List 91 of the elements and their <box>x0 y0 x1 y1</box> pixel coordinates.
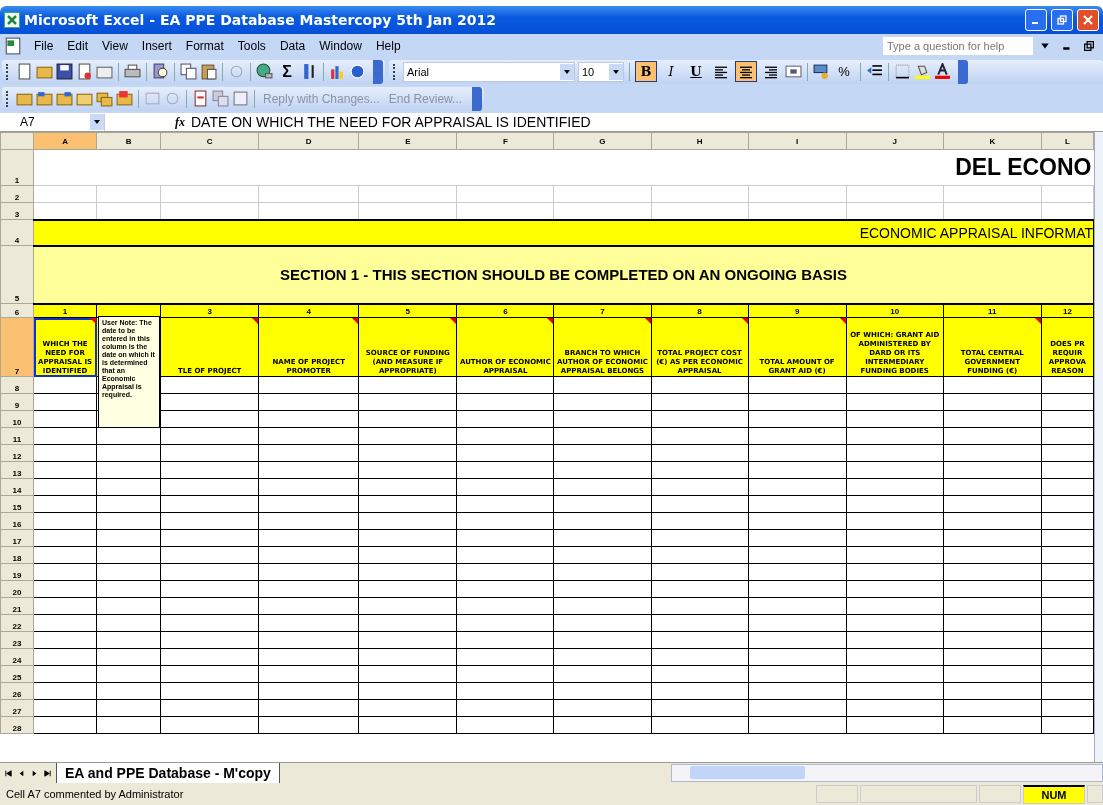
column-number: 12 <box>1061 305 1073 317</box>
column-header[interactable]: F <box>456 132 554 150</box>
column-number: 4 <box>305 305 312 317</box>
status-panel <box>979 785 1021 803</box>
name-box[interactable]: A7 <box>0 113 105 131</box>
next-sheet-icon[interactable] <box>30 768 39 778</box>
autosum-button[interactable]: Σ <box>276 61 298 82</box>
previous-sheet-icon[interactable] <box>17 768 26 778</box>
column-number: 7 <box>599 305 606 317</box>
menu-item[interactable]: File <box>28 37 60 55</box>
new-document-icon[interactable] <box>16 63 33 80</box>
horizontal-scrollbar[interactable] <box>671 764 1103 782</box>
print-icon[interactable] <box>124 63 141 80</box>
font-color-icon[interactable] <box>934 63 951 80</box>
restore-button[interactable] <box>1051 9 1073 31</box>
vertical-scrollbar[interactable] <box>1094 132 1103 762</box>
num-lock-indicator: NUM <box>1023 784 1085 804</box>
restore-icon[interactable] <box>1084 41 1094 51</box>
underline-button[interactable]: U <box>685 61 707 82</box>
status-panel <box>1087 785 1103 803</box>
menu-item[interactable]: Help <box>369 37 407 55</box>
font-size-field[interactable]: 10 <box>578 61 624 82</box>
fill-color-icon[interactable] <box>914 63 931 80</box>
column-number: 11 <box>987 305 998 317</box>
column-header[interactable]: A <box>33 132 97 150</box>
document-icon[interactable] <box>76 63 93 80</box>
column-number: 6 <box>502 305 509 317</box>
minimize-button[interactable] <box>1025 9 1047 31</box>
copy-icon[interactable] <box>180 63 197 80</box>
borders-icon[interactable] <box>894 63 911 80</box>
close-button[interactable] <box>1077 9 1099 31</box>
formula-field[interactable]: DATE ON WHICH THE NEED FOR APPRAISAL IS IDENTIFIED <box>191 114 591 130</box>
toolbar-options-button[interactable] <box>472 86 483 111</box>
column-header[interactable]: G <box>553 132 651 150</box>
italic-button[interactable]: I <box>660 61 682 82</box>
status-panel <box>816 785 858 803</box>
column-header[interactable]: D <box>258 132 359 150</box>
toolbar-options-button[interactable] <box>373 59 383 84</box>
windows-icon[interactable] <box>212 90 229 107</box>
row-header[interactable]: 5 <box>0 245 34 304</box>
section-heading: SECTION 1 - THIS SECTION SHOULD BE COMPLETED ON AN ONGOING BASIS <box>280 266 847 283</box>
folders-icon[interactable] <box>96 90 113 107</box>
clipboard-icon[interactable] <box>192 90 209 107</box>
globe-icon[interactable] <box>256 63 273 80</box>
percent-button[interactable]: % <box>833 61 855 82</box>
menu-item[interactable]: View <box>96 37 134 55</box>
last-sheet-icon[interactable] <box>43 768 52 778</box>
column-header[interactable]: K <box>943 132 1042 150</box>
row-header[interactable]: 1 <box>0 149 34 186</box>
menu-item[interactable]: Tools <box>231 37 272 55</box>
status-text: Cell A7 commented by Administrator <box>6 788 184 800</box>
delete-note-icon[interactable] <box>116 90 133 107</box>
excel-logo-icon <box>4 12 20 28</box>
paste-icon[interactable] <box>200 63 217 80</box>
column-number: 9 <box>793 305 801 317</box>
column-header[interactable]: H <box>651 132 749 150</box>
window-title: Microsoft Excel - EA PPE Database Mastercopy 5th Jan 2012 <box>24 12 496 28</box>
column-header[interactable]: J <box>846 132 944 150</box>
menu-item[interactable]: Edit <box>61 37 95 55</box>
column-header[interactable]: C <box>160 132 259 150</box>
column-number: 10 <box>889 305 901 317</box>
menu-item[interactable]: Window <box>313 37 368 55</box>
currency-icon[interactable] <box>813 63 830 80</box>
row-header[interactable]: 7 <box>0 317 34 377</box>
column-header[interactable]: E <box>358 132 457 150</box>
merge-center-icon[interactable] <box>785 63 802 80</box>
sheet-title: DEL ECONO <box>955 154 1093 180</box>
bar-chart-icon[interactable] <box>329 63 346 80</box>
close-icon[interactable] <box>1083 15 1093 25</box>
column-number: 3 <box>206 305 213 317</box>
menu-item[interactable]: Format <box>179 37 230 55</box>
menu-item[interactable]: Insert <box>135 37 178 55</box>
toolbar-options-button[interactable] <box>958 59 968 84</box>
column-number: 1 <box>61 305 69 317</box>
workbook-icon[interactable] <box>4 37 22 55</box>
row-header[interactable]: 4 <box>0 219 34 246</box>
magnifier-icon[interactable] <box>152 63 169 80</box>
sheet-tab[interactable]: EA and PPE Database - M'copy <box>56 762 280 784</box>
column-header[interactable]: B <box>96 132 161 150</box>
first-sheet-icon[interactable] <box>4 768 13 778</box>
bold-button[interactable]: B <box>635 61 657 82</box>
column-header[interactable]: I <box>748 132 847 150</box>
save-icon[interactable] <box>56 63 73 80</box>
column-number: 5 <box>404 305 412 317</box>
function-label[interactable]: fx <box>175 114 185 130</box>
column-number: 8 <box>696 305 703 317</box>
dropdown-arrow-icon[interactable] <box>1040 41 1050 51</box>
font-name-field[interactable]: Arial <box>403 61 575 82</box>
banner-text: ECONOMIC APPRAISAL INFORMAT <box>859 224 1093 241</box>
column-header[interactable]: L <box>1041 132 1094 150</box>
menu-item[interactable]: Data <box>273 37 312 55</box>
